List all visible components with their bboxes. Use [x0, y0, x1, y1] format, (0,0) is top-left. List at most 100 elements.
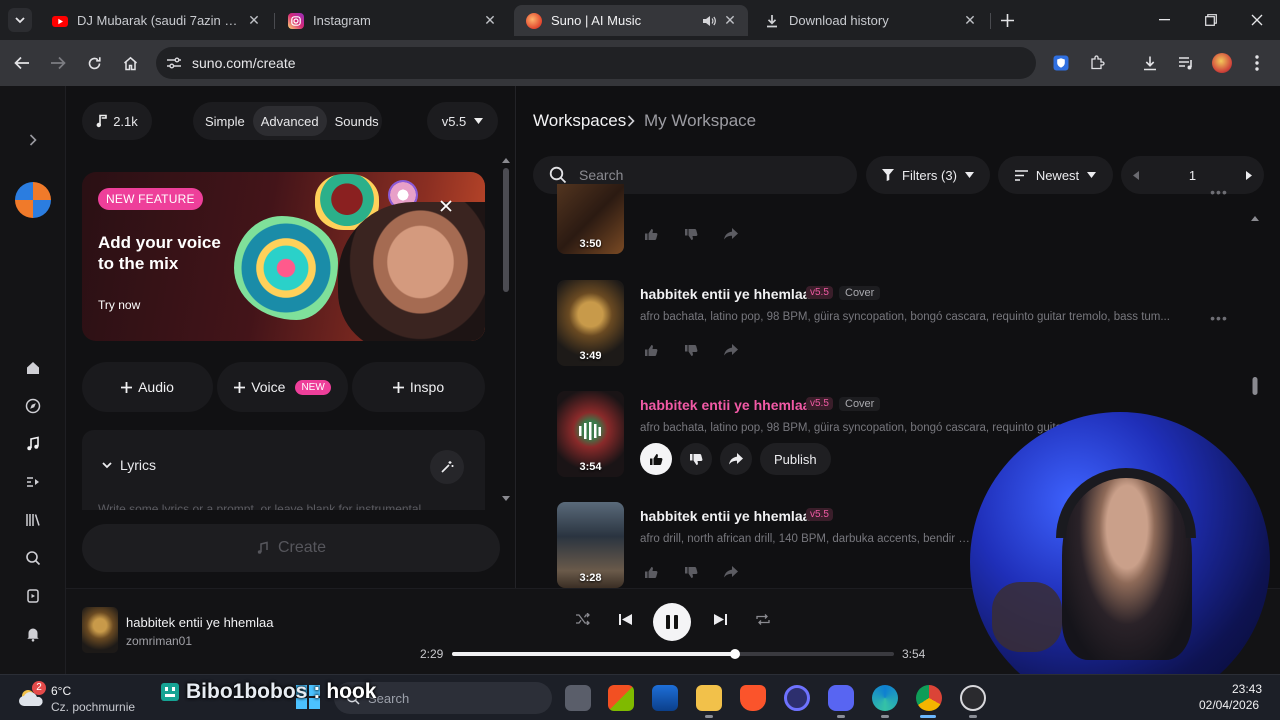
magic-lyrics-button[interactable]	[430, 450, 464, 484]
add-voice-button[interactable]: Voice NEW	[217, 362, 348, 412]
dislike-button[interactable]	[680, 339, 702, 361]
tab-close-icon[interactable]: ✕	[722, 12, 738, 29]
tab-download-history[interactable]: Download history ✕	[752, 5, 988, 36]
windows-tiles-icon[interactable]	[608, 685, 634, 711]
downloads-button[interactable]	[1138, 51, 1162, 75]
lyrics-input[interactable]: Write some lyrics or a prompt, or leave …	[98, 502, 468, 510]
mode-advanced-tab[interactable]: Advanced	[252, 106, 327, 136]
share-button[interactable]	[720, 561, 742, 583]
prev-page-icon[interactable]	[1133, 170, 1139, 180]
pause-button[interactable]	[653, 603, 691, 641]
seek-bar[interactable]	[452, 649, 894, 659]
clock-time[interactable]: 23:43	[1232, 682, 1262, 696]
tab-search-button[interactable]	[8, 8, 32, 32]
promo-card[interactable]: NEW FEATURE Add your voice to the mix Tr…	[82, 172, 485, 341]
expand-sidebar-button[interactable]	[22, 129, 44, 151]
tab-instagram[interactable]: Instagram ✕	[276, 5, 508, 36]
create-button[interactable]: Create	[82, 524, 500, 572]
hooks-nav-button[interactable]	[22, 585, 44, 607]
song-actions	[640, 338, 742, 362]
mode-simple-tab[interactable]: Simple	[197, 106, 253, 136]
extension-bitwarden-button[interactable]	[1049, 51, 1073, 75]
now-playing-title[interactable]: habbitek entii ye hhemlaa	[126, 615, 273, 630]
extensions-button[interactable]	[1085, 51, 1109, 75]
more-options-button[interactable]: •••	[1209, 184, 1229, 200]
task-view-icon[interactable]	[565, 685, 591, 711]
now-playing-artist[interactable]: zomriman01	[126, 634, 192, 648]
plus-icon	[121, 381, 133, 393]
profile-button[interactable]	[1210, 51, 1234, 75]
publish-button[interactable]: Publish	[760, 443, 831, 475]
song-row[interactable]: 3:50 •••	[557, 184, 1237, 256]
like-button-active[interactable]	[640, 443, 672, 475]
chrome-icon[interactable]	[916, 685, 942, 711]
media-control-button[interactable]	[1174, 51, 1198, 75]
library-nav-button[interactable]	[22, 509, 44, 531]
file-explorer-icon[interactable]	[696, 685, 722, 711]
home-nav-button[interactable]	[22, 357, 44, 379]
lyrics-toggle[interactable]: Lyrics	[102, 457, 156, 473]
speaker-icon[interactable]	[702, 15, 716, 27]
site-info-icon[interactable]	[166, 56, 182, 70]
store-icon[interactable]	[652, 685, 678, 711]
tab-close-icon[interactable]: ✕	[962, 12, 978, 29]
create-nav-button[interactable]	[22, 433, 44, 455]
user-avatar[interactable]	[15, 182, 51, 218]
close-promo-button[interactable]	[440, 200, 452, 218]
next-page-icon[interactable]	[1245, 170, 1252, 180]
tab-close-icon[interactable]: ✕	[482, 12, 498, 29]
song-title[interactable]: habbitek entii ye hhemlaa	[640, 508, 810, 524]
share-button[interactable]	[720, 339, 742, 361]
tab-suno[interactable]: Suno | AI Music ✕	[514, 5, 748, 36]
address-bar[interactable]: suno.com/create	[156, 47, 1036, 79]
repeat-button[interactable]	[756, 613, 770, 626]
notifications-nav-button[interactable]	[22, 623, 44, 645]
minimize-button[interactable]	[1152, 12, 1176, 28]
dislike-button[interactable]	[680, 443, 712, 475]
search-nav-button[interactable]	[22, 547, 44, 569]
panel-scrollbar[interactable]	[502, 156, 510, 506]
try-now-button[interactable]: Try now	[98, 298, 140, 312]
brave-icon[interactable]	[740, 685, 766, 711]
obs-ring-icon[interactable]	[784, 685, 810, 711]
weather-widget[interactable]: 2 6°C Cz. pochmurnie	[18, 681, 148, 715]
obs-icon[interactable]	[960, 685, 986, 711]
tab-close-icon[interactable]: ✕	[246, 12, 262, 29]
dislike-button[interactable]	[680, 561, 702, 583]
explore-nav-button[interactable]	[22, 395, 44, 417]
more-options-button[interactable]: •••	[1209, 310, 1229, 326]
restore-button[interactable]	[1199, 12, 1223, 28]
model-select[interactable]: v5.5	[427, 102, 498, 140]
share-button[interactable]	[720, 223, 742, 245]
mode-sounds-tab[interactable]: Sounds	[327, 106, 387, 136]
home-button[interactable]	[118, 51, 142, 75]
studio-nav-button[interactable]	[22, 471, 44, 493]
new-tab-button[interactable]	[996, 9, 1018, 31]
song-title[interactable]: habbitek entii ye hhemlaa	[640, 397, 810, 413]
add-inspo-button[interactable]: Inspo	[352, 362, 485, 412]
discord-icon[interactable]	[828, 685, 854, 711]
shuffle-button[interactable]	[576, 613, 590, 625]
song-row[interactable]: 3:49 habbitek entii ye hhemlaa v5.5 Cove…	[557, 280, 1237, 370]
browser-menu-button[interactable]	[1245, 51, 1269, 75]
reload-button[interactable]	[82, 51, 106, 75]
share-button[interactable]	[720, 443, 752, 475]
tab-youtube[interactable]: DJ Mubarak (saudi 7azin elwatani ✕	[40, 5, 272, 36]
now-playing-art[interactable]	[82, 607, 118, 653]
seek-handle[interactable]	[729, 649, 740, 659]
credits-button[interactable]: 2.1k	[82, 102, 152, 140]
like-button[interactable]	[640, 223, 662, 245]
like-button[interactable]	[640, 339, 662, 361]
next-button[interactable]	[714, 613, 727, 626]
back-button[interactable]	[10, 51, 34, 75]
close-window-button[interactable]	[1245, 12, 1269, 28]
dislike-button[interactable]	[680, 223, 702, 245]
breadcrumb-workspaces[interactable]: Workspaces	[533, 111, 626, 131]
song-title[interactable]: habbitek entii ye hhemlaa	[640, 286, 810, 302]
edge-icon[interactable]	[872, 685, 898, 711]
forward-button[interactable]	[46, 51, 70, 75]
add-audio-button[interactable]: Audio	[82, 362, 213, 412]
like-button[interactable]	[640, 561, 662, 583]
clock-date[interactable]: 02/04/2026	[1199, 698, 1259, 712]
previous-button[interactable]	[619, 613, 632, 626]
